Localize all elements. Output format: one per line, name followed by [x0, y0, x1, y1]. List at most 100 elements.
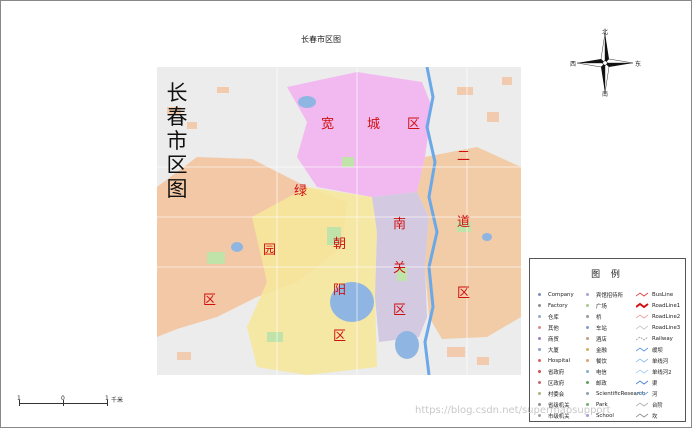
legend-item: 台阶 [636, 399, 680, 410]
legend-point-symbol-icon [536, 291, 545, 298]
legend-item-label: RoadLine3 [652, 324, 681, 331]
legend-column-lines: BusLine RoadLine1 RoadLine2 RoadLine3 Railwa… [636, 289, 680, 421]
legend-item-label: Company [548, 291, 574, 298]
legend-item-label: 车站 [596, 325, 607, 332]
legend-line-symbol-icon [636, 357, 649, 364]
legend-item-label: 渠 [652, 380, 658, 387]
legend-item-label: 其他 [548, 325, 559, 332]
legend-item: 村委会 [536, 388, 574, 399]
legend-item-label: 酒店 [596, 336, 607, 343]
legend-line-symbol-icon [636, 368, 649, 375]
scale-tick-label: 1 [105, 395, 109, 402]
legend-item-label: 村委会 [548, 391, 565, 398]
legend-point-symbol-icon [584, 324, 593, 331]
legend-point-symbol-icon [584, 368, 593, 375]
legend-item-label: 河 [652, 391, 658, 398]
district-label-erdao-1: 二 [457, 149, 471, 164]
district-label-nanguan-2: 关 [393, 261, 407, 276]
district-label-nanguan-3: 区 [393, 303, 407, 318]
legend-line-symbol-icon [636, 346, 649, 353]
legend-item: Company [536, 289, 574, 300]
legend-line-symbol-icon [636, 379, 649, 386]
legend-point-symbol-icon [584, 313, 593, 320]
legend-item: 单线河2 [636, 366, 680, 377]
legend-item-label: 缓坝 [652, 347, 663, 354]
north-arrow-compass: 北 南 东 西 [565, 29, 645, 98]
legend-item: BusLine [636, 289, 680, 300]
map-vertical-title: 长 春 市 区 图 [166, 81, 188, 201]
legend-point-symbol-icon [584, 335, 593, 342]
district-label-erdao-2: 道 [457, 215, 471, 230]
legend-point-symbol-icon [584, 390, 593, 397]
watermark-text: https://blog.csdn.net/supermapsupport [415, 405, 611, 416]
legend-line-symbol-icon [636, 401, 649, 408]
district-label-lvyuan-3: 区 [203, 293, 217, 308]
compass-north-label: 北 [602, 29, 609, 36]
legend-item: 仓库 [536, 311, 574, 322]
district-label-nanguan-1: 南 [393, 217, 407, 232]
legend-item-label: 大厦 [548, 347, 559, 354]
district-label-chaoyang-3: 区 [333, 329, 347, 344]
district-label-erdao-3: 区 [457, 286, 471, 301]
legend-item: 区政府 [536, 377, 574, 388]
legend-point-symbol-icon [536, 313, 545, 320]
scale-tick-label: 1 [17, 395, 21, 402]
legend-line-symbol-icon [636, 335, 649, 342]
legend-item-label: 台阶 [652, 402, 663, 409]
district-label-kuancheng-3: 区 [407, 117, 421, 132]
legend-line-symbol-icon [636, 324, 649, 331]
legend-line-symbol-icon [636, 302, 649, 309]
legend-point-symbol-icon [536, 357, 545, 364]
legend-item-label: 宾馆招待所 [596, 292, 623, 299]
legend-column-points-1: Company Factory 仓库 其他 商贸 大厦 Hospital 省政府 区政府 村委会省… [536, 289, 574, 421]
compass-rose-icon [576, 32, 634, 94]
legend-item: RoadLine3 [636, 322, 680, 333]
legend-line-symbol-icon [636, 412, 649, 419]
legend-point-symbol-icon [536, 302, 545, 309]
legend-point-symbol-icon [584, 379, 593, 386]
legend-item-label: 商贸 [548, 336, 559, 343]
compass-east-label: 东 [635, 61, 642, 68]
district-label-chaoyang-1: 朝 [333, 237, 347, 252]
legend-item-label: 金融 [596, 347, 607, 354]
legend-point-symbol-icon [584, 291, 593, 298]
legend-item-label: 省政府 [548, 369, 565, 376]
legend-item-label: Hospital [548, 357, 570, 364]
legend-item: 缓坝 [636, 344, 680, 355]
legend-item: Railway [636, 333, 680, 344]
legend-item: RoadLine2 [636, 311, 680, 322]
legend-item: 商贸 [536, 333, 574, 344]
legend-item: Hospital [536, 355, 574, 366]
scale-bar: 1 0 1 千米 [15, 395, 125, 411]
map-frame[interactable]: 长 春 市 区 图 宽 城 区 二 道 区 南 关 区 朝 阳 区 绿 园 区 [157, 67, 521, 375]
legend-item-label: 仓库 [548, 314, 559, 321]
scale-tick-label: 0 [61, 395, 65, 402]
district-label-kuancheng-2: 城 [367, 117, 381, 132]
legend-line-symbol-icon [636, 291, 649, 298]
district-label-chaoyang-2: 阳 [333, 283, 347, 298]
map-title: 长春市区图 [301, 35, 341, 44]
legend-item-label: RoadLine2 [652, 313, 681, 320]
legend-item-label: 区政府 [548, 380, 565, 387]
legend-item-label: 坎 [652, 413, 658, 420]
legend-item-label: Factory [548, 302, 568, 309]
district-label-lvyuan-1: 绿 [294, 184, 308, 199]
legend-item-label: Railway [652, 335, 673, 342]
legend-point-symbol-icon [536, 346, 545, 353]
scale-unit-label: 千米 [111, 397, 124, 404]
legend-point-symbol-icon [536, 390, 545, 397]
legend-item-label: BusLine [652, 291, 674, 298]
legend-item-label: 电信 [596, 369, 607, 376]
legend-item: 大厦 [536, 344, 574, 355]
legend-item-label: 单线河2 [652, 369, 672, 376]
legend-item-label: RoadLine1 [652, 302, 681, 309]
legend-line-symbol-icon [636, 390, 649, 397]
legend-point-symbol-icon [536, 368, 545, 375]
legend-item-label: 单线河 [652, 358, 669, 365]
map-legend: 图 例 Company Factory 仓库 其他 商贸 大厦 Hospital 省政府 区政府… [529, 258, 686, 422]
legend-item-label: 桥 [596, 314, 602, 321]
legend-point-symbol-icon [536, 379, 545, 386]
legend-item: Factory [536, 300, 574, 311]
legend-point-symbol-icon [536, 324, 545, 331]
map-layout-page: 长春市区图 长 春 市 区 图 宽 城 区 二 道 区 南 关 区 朝 阳 区 … [0, 0, 692, 428]
